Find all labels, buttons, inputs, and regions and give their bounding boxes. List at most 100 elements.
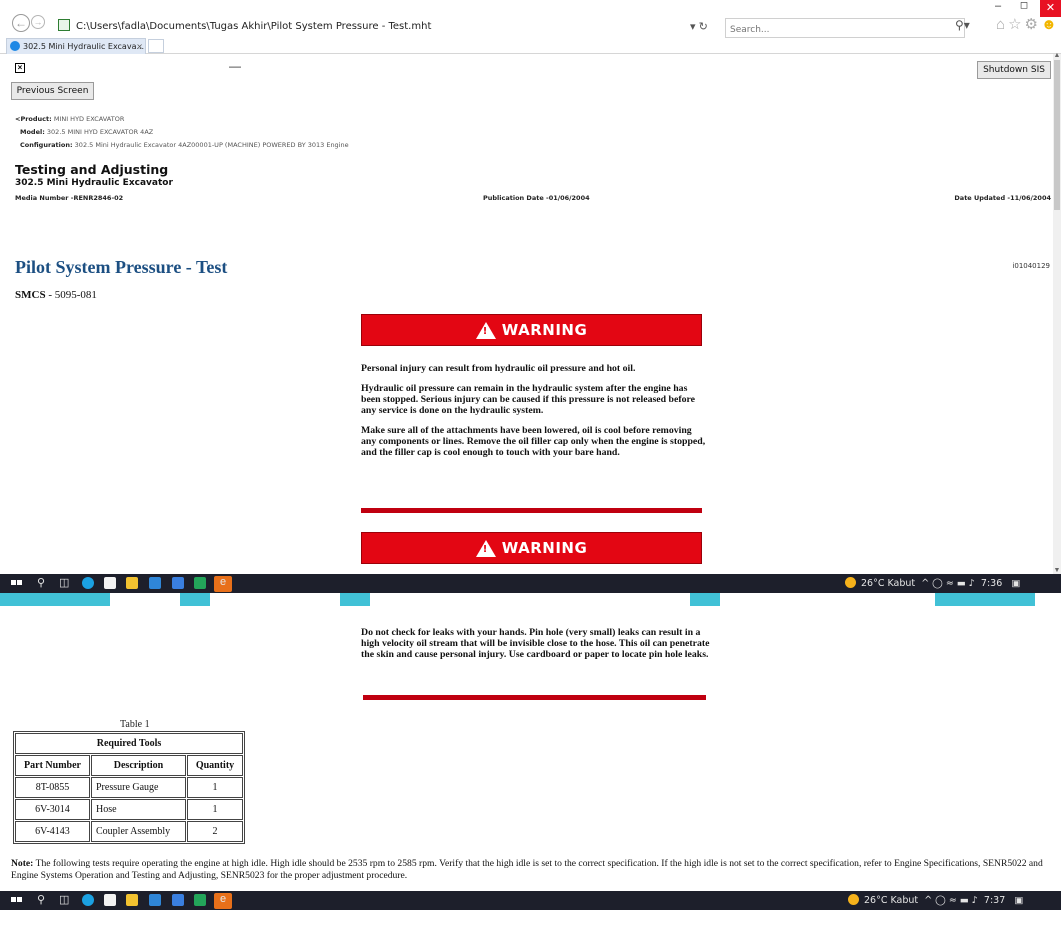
smcs-code: SMCS - 5095-081: [15, 289, 97, 301]
tab-title: 302.5 Mini Hydraulic Excava...: [23, 42, 145, 51]
browser-window-bottom: Do not check for leaks with your hands. …: [0, 593, 1061, 910]
home-icon[interactable]: ⌂: [996, 16, 1008, 33]
scroll-up-icon[interactable]: ▲: [1053, 52, 1061, 59]
refresh-icon[interactable]: ▾ ↻: [690, 17, 708, 37]
required-tools-table: Required Tools Part Number Description Q…: [13, 731, 245, 844]
sis-minimize-icon[interactable]: —: [229, 59, 241, 73]
warning-divider: [363, 695, 706, 700]
weather-icon: [845, 577, 856, 588]
browser-titlebar: ← → C:\Users\fadla\Documents\Tugas Akhir…: [0, 0, 1061, 39]
note-label: Note:: [11, 858, 34, 869]
minimize-icon[interactable]: –: [988, 0, 1008, 14]
warning-triangle-icon: !: [475, 321, 496, 339]
date-updated: Date Updated -11/06/2004: [954, 194, 1051, 202]
address-text: C:\Users\fadla\Documents\Tugas Akhir\Pil…: [76, 21, 432, 32]
warning-paragraph: Do not check for leaks with your hands. …: [361, 627, 710, 660]
clock[interactable]: 7:36: [981, 578, 1002, 589]
store-icon[interactable]: [104, 894, 116, 906]
feedback-smiley-icon[interactable]: ☻: [1041, 16, 1060, 33]
media-number: Media Number -RENR2846-02: [15, 194, 124, 202]
windows-start-icon[interactable]: [11, 577, 23, 590]
weather-text[interactable]: 26°C Kabut: [864, 895, 918, 906]
product-value: MINI HYD EXCAVATOR: [53, 115, 125, 123]
file-explorer-icon[interactable]: [126, 894, 138, 906]
table-cell: Hose: [91, 799, 186, 820]
page-title: Pilot System Pressure - Test: [15, 257, 228, 277]
watermark-shape: [340, 593, 370, 606]
notification-icon[interactable]: ▣: [1014, 895, 1023, 906]
app-icon[interactable]: [172, 894, 184, 906]
tab-close-icon[interactable]: ×: [136, 39, 143, 54]
previous-screen-button[interactable]: Previous Screen: [11, 82, 94, 100]
tray-icons[interactable]: ^ ◯ ≈ ▬ ♪: [921, 578, 975, 589]
store-icon[interactable]: [104, 577, 116, 589]
search-icon[interactable]: ⚲▾: [955, 18, 970, 32]
system-tray: 26°C Kabut ^ ◯ ≈ ▬ ♪ 7:37 ▣: [848, 891, 1023, 910]
edge-icon[interactable]: [82, 577, 94, 589]
ie-taskbar-icon[interactable]: e: [214, 893, 232, 909]
column-header: Part Number: [15, 755, 90, 776]
mail-icon[interactable]: [149, 577, 161, 589]
favorites-star-icon[interactable]: ☆: [1008, 16, 1024, 33]
search-icon[interactable]: ⚲: [37, 894, 45, 907]
back-arrow-icon[interactable]: ←: [12, 14, 30, 32]
file-explorer-icon[interactable]: [126, 577, 138, 589]
machine-heading: 302.5 Mini Hydraulic Excavator: [15, 178, 173, 188]
search-icon[interactable]: ⚲: [37, 577, 45, 590]
taskbar: ⚲ ◫ e 26°C Kabut ^ ◯ ≈ ▬ ♪ 7:37 ▣: [0, 891, 1061, 910]
warning-label: WARNING: [501, 539, 588, 557]
configuration-value: 302.5 Mini Hydraulic Excavator 4AZ00001-…: [74, 141, 349, 149]
tray-icons[interactable]: ^ ◯ ≈ ▬ ♪: [924, 895, 978, 906]
shutdown-sis-button[interactable]: Shutdown SIS: [977, 61, 1051, 79]
windows-start-icon[interactable]: [11, 894, 23, 907]
address-bar[interactable]: C:\Users\fadla\Documents\Tugas Akhir\Pil…: [50, 17, 710, 37]
ie-taskbar-icon[interactable]: e: [214, 576, 232, 592]
note-text: The following tests require operating th…: [11, 858, 1043, 881]
browser-toolbar-icons: ⌂☆⚙☻: [996, 15, 1060, 33]
smcs-label: SMCS: [15, 289, 46, 301]
watermark-shape: [180, 593, 210, 606]
browser-window-top: ← → C:\Users\fadla\Documents\Tugas Akhir…: [0, 0, 1061, 593]
table-cell: 8T-0855: [15, 777, 90, 798]
table-row: 6V-3014 Hose 1: [15, 799, 243, 820]
tab-active[interactable]: 302.5 Mini Hydraulic Excava... ×: [6, 38, 146, 54]
app-icon[interactable]: [172, 577, 184, 589]
maximize-icon[interactable]: ◻: [1014, 0, 1034, 14]
notification-icon[interactable]: ▣: [1011, 578, 1020, 589]
close-window-icon[interactable]: ✕: [1040, 0, 1061, 17]
warning-banner: ! WARNING: [361, 314, 702, 346]
chat-icon[interactable]: [194, 894, 206, 906]
column-header: Quantity: [187, 755, 243, 776]
watermark-shape: [690, 593, 720, 606]
sis-close-icon[interactable]: ×: [15, 63, 25, 73]
settings-gear-icon[interactable]: ⚙: [1025, 16, 1041, 33]
table-cell: Coupler Assembly: [91, 821, 186, 842]
note-paragraph: Note: The following tests require operat…: [11, 858, 1051, 882]
search-box[interactable]: [725, 18, 965, 39]
mail-icon[interactable]: [149, 894, 161, 906]
warning-text-block: Do not check for leaks with your hands. …: [361, 627, 711, 669]
edge-icon[interactable]: [82, 894, 94, 906]
table-row: 6V-4143 Coupler Assembly 2: [15, 821, 243, 842]
scrollbar-thumb[interactable]: [1054, 60, 1060, 210]
table-cell: 6V-4143: [15, 821, 90, 842]
scroll-down-icon[interactable]: ▼: [1053, 567, 1061, 574]
tab-strip: 302.5 Mini Hydraulic Excava... ×: [0, 38, 1061, 54]
warning-label: WARNING: [501, 321, 588, 339]
forward-arrow-icon[interactable]: →: [31, 15, 45, 29]
new-tab-button[interactable]: [148, 39, 164, 53]
product-line: <Product: MINI HYD EXCAVATOR: [15, 115, 124, 123]
smcs-value: - 5095-081: [45, 289, 97, 301]
search-input[interactable]: [726, 21, 926, 39]
model-label: Model:: [20, 128, 45, 136]
chat-icon[interactable]: [194, 577, 206, 589]
configuration-line: Configuration: 302.5 Mini Hydraulic Exca…: [20, 141, 349, 149]
weather-text[interactable]: 26°C Kabut: [861, 578, 915, 589]
publication-row: Media Number -RENR2846-02 Publication Da…: [15, 194, 1051, 204]
weather-icon: [848, 894, 859, 905]
section-heading: Testing and Adjusting: [15, 162, 169, 177]
clock[interactable]: 7:37: [984, 895, 1005, 906]
task-view-icon[interactable]: ◫: [59, 894, 69, 907]
task-view-icon[interactable]: ◫: [59, 577, 69, 590]
vertical-scrollbar[interactable]: ▲ ▼: [1053, 52, 1061, 574]
